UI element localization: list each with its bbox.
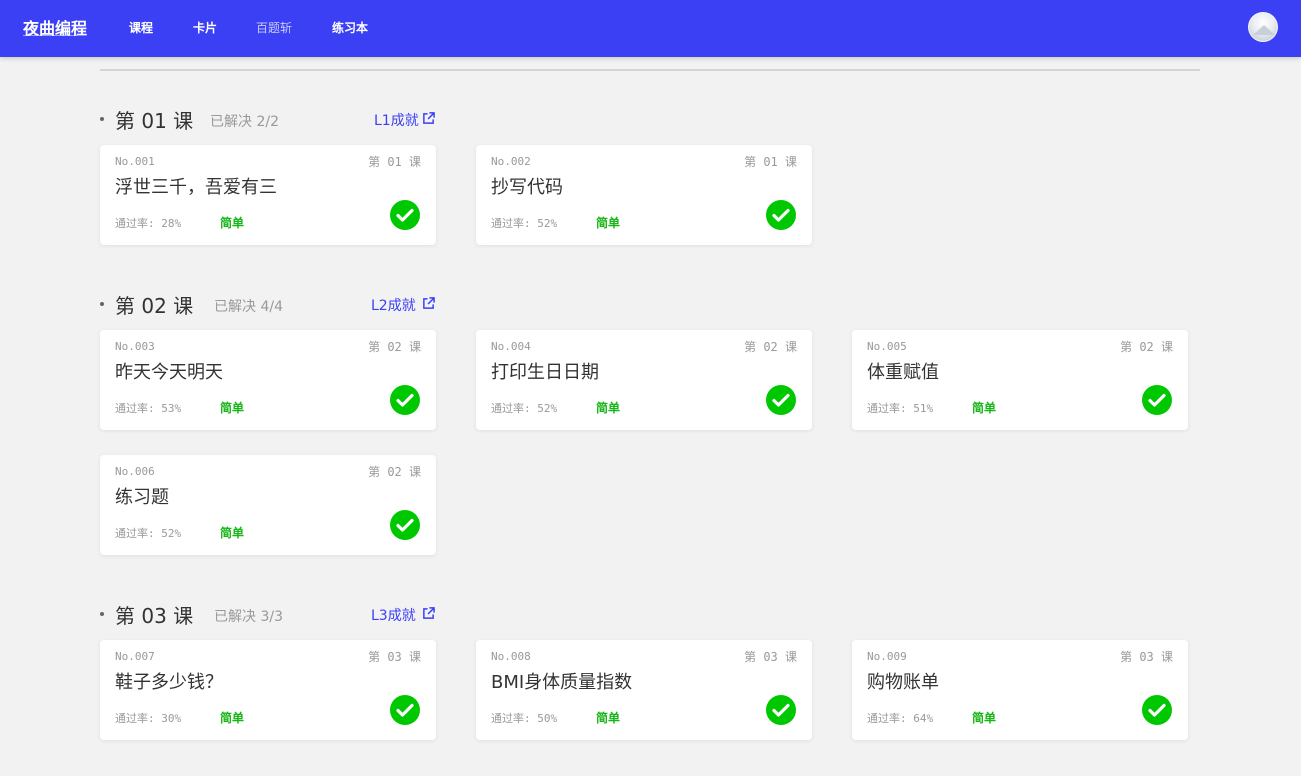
pass-rate: 通过率: 52%: [491, 402, 558, 415]
external-link-icon[interactable]: [422, 297, 435, 310]
check-circle-icon: [766, 200, 796, 230]
problem-card[interactable]: No.007 第 03 课 鞋子多少钱？ 通过率: 30% 简单: [100, 640, 436, 740]
problem-card[interactable]: No.009 第 03 课 购物账单 通过率: 64% 简单: [852, 640, 1188, 740]
check-circle-icon: [390, 510, 420, 540]
lesson-title: 第 02 课: [115, 294, 194, 318]
problem-title: 鞋子多少钱？: [115, 672, 223, 693]
difficulty-label: 简单: [220, 401, 245, 415]
achievement-link[interactable]: L3成就: [371, 605, 416, 625]
check-circle-icon: [390, 695, 420, 725]
problem-title: 抄写代码: [491, 177, 563, 198]
pass-rate: 通过率: 52%: [491, 217, 558, 230]
solved-count: 已解决 3/3: [214, 609, 283, 625]
problem-card[interactable]: No.001 第 01 课 浮世三千，吾爱有三 通过率: 28% 简单: [100, 145, 436, 245]
top-navbar: 夜曲编程 课程 卡片 百题斩 练习本: [0, 0, 1301, 57]
problem-number: No.005: [867, 340, 907, 353]
nav-item-cards[interactable]: 卡片: [193, 19, 217, 36]
divider: [100, 69, 1200, 71]
solved-count: 已解决 2/2: [210, 114, 279, 130]
problem-card[interactable]: No.008 第 03 课 BMI身体质量指数 通过率: 50% 简单: [476, 640, 812, 740]
difficulty-label: 简单: [220, 216, 245, 230]
difficulty-label: 简单: [220, 526, 245, 540]
problem-number: No.008: [491, 650, 531, 663]
card-lesson-label: 第 02 课: [744, 340, 797, 354]
problem-number: No.003: [115, 340, 155, 353]
card-lesson-label: 第 02 课: [1120, 340, 1173, 354]
card-lesson-label: 第 03 课: [744, 650, 797, 664]
pass-rate: 通过率: 30%: [115, 712, 182, 725]
problem-card[interactable]: No.003 第 02 课 昨天今天明天 通过率: 53% 简单: [100, 330, 436, 430]
logo-underline: [23, 35, 77, 36]
card-lesson-label: 第 02 课: [368, 465, 421, 479]
problem-number: No.009: [867, 650, 907, 663]
bullet-dot: [100, 302, 104, 306]
pass-rate: 通过率: 50%: [491, 712, 558, 725]
problem-title: 体重赋值: [867, 362, 939, 383]
problem-card[interactable]: No.002 第 01 课 抄写代码 通过率: 52% 简单: [476, 145, 812, 245]
problem-number: No.007: [115, 650, 155, 663]
achievement-link[interactable]: L1成就: [374, 110, 419, 130]
problem-title: 购物账单: [867, 672, 939, 693]
lesson-section-header: 第 02 课 已解决 4/4 L2成就: [100, 290, 440, 320]
lesson-section-header: 第 03 课 已解决 3/3 L3成就: [100, 600, 440, 630]
difficulty-label: 简单: [596, 216, 621, 230]
avatar-image: [1253, 25, 1275, 35]
difficulty-label: 简单: [596, 711, 621, 725]
pass-rate: 通过率: 64%: [867, 712, 934, 725]
nav-item-courses[interactable]: 课程: [129, 19, 153, 36]
check-circle-icon: [766, 695, 796, 725]
card-lesson-label: 第 01 课: [744, 155, 797, 169]
difficulty-label: 简单: [220, 711, 245, 725]
card-lesson-label: 第 03 课: [1120, 650, 1173, 664]
problem-title: BMI身体质量指数: [491, 672, 633, 693]
difficulty-label: 简单: [972, 711, 997, 725]
lesson-title: 第 03 课: [115, 604, 194, 628]
card-lesson-label: 第 03 课: [368, 650, 421, 664]
solved-count: 已解决 4/4: [214, 299, 283, 315]
check-circle-icon: [766, 385, 796, 415]
external-link-icon[interactable]: [422, 607, 435, 620]
pass-rate: 通过率: 52%: [115, 527, 182, 540]
nav-item-workbook[interactable]: 练习本: [332, 19, 368, 36]
bullet-dot: [100, 117, 104, 121]
problem-title: 浮世三千，吾爱有三: [115, 177, 277, 198]
difficulty-label: 简单: [596, 401, 621, 415]
problem-number: No.001: [115, 155, 155, 168]
avatar[interactable]: [1248, 12, 1278, 42]
check-circle-icon: [1142, 385, 1172, 415]
problem-title: 练习题: [115, 487, 169, 508]
lesson-section-header: 第 01 课 已解决 2/2 L1成就: [100, 105, 440, 135]
achievement-link[interactable]: L2成就: [371, 295, 416, 315]
problem-card[interactable]: No.004 第 02 课 打印生日日期 通过率: 52% 简单: [476, 330, 812, 430]
problem-card[interactable]: No.005 第 02 课 体重赋值 通过率: 51% 简单: [852, 330, 1188, 430]
problem-title: 打印生日日期: [491, 362, 599, 383]
card-lesson-label: 第 01 课: [368, 155, 421, 169]
external-link-icon[interactable]: [422, 112, 435, 125]
problem-number: No.004: [491, 340, 531, 353]
problem-number: No.002: [491, 155, 531, 168]
bullet-dot: [100, 612, 104, 616]
problem-number: No.006: [115, 465, 155, 478]
problem-card[interactable]: No.006 第 02 课 练习题 通过率: 52% 简单: [100, 455, 436, 555]
check-circle-icon: [1142, 695, 1172, 725]
check-circle-icon: [390, 385, 420, 415]
problem-title: 昨天今天明天: [115, 362, 223, 383]
pass-rate: 通过率: 28%: [115, 217, 182, 230]
pass-rate: 通过率: 53%: [115, 402, 182, 415]
card-lesson-label: 第 02 课: [368, 340, 421, 354]
pass-rate: 通过率: 51%: [867, 402, 934, 415]
nav-item-hundred-questions[interactable]: 百题斩: [256, 19, 292, 36]
check-circle-icon: [390, 200, 420, 230]
difficulty-label: 简单: [972, 401, 997, 415]
lesson-title: 第 01 课: [115, 109, 194, 133]
